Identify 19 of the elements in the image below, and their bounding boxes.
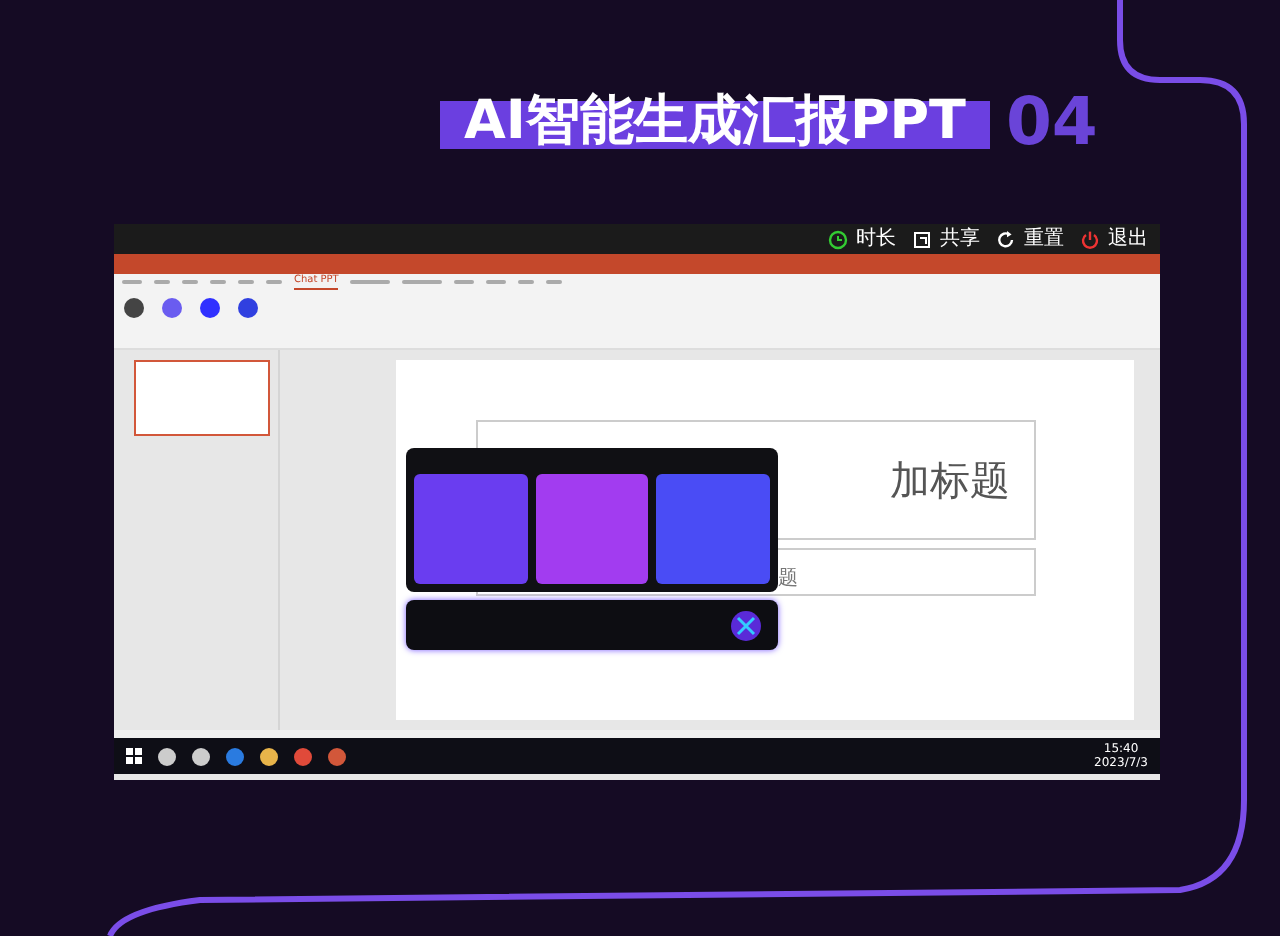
slide-thumbnail[interactable] [134,360,270,436]
share-icon[interactable] [912,229,932,249]
toolbar-label[interactable]: 重置 [1024,227,1064,251]
ribbon-tool-icon[interactable] [198,296,222,320]
ribbon-tool-icon[interactable] [122,296,146,320]
toolbar-label[interactable]: 退出 [1108,227,1148,251]
feature-card[interactable] [535,474,649,584]
toolbar-label[interactable]: 共享 [940,227,980,251]
reset-icon[interactable] [996,229,1016,249]
ribbon-tool-icon[interactable] [236,296,260,320]
assistant-orb-icon[interactable] [730,609,762,641]
ribbon-tool-icon[interactable] [160,296,184,320]
slide-subtitle-text: 题 [778,568,798,590]
start-icon[interactable] [126,748,142,764]
power-icon[interactable] [1080,229,1100,249]
toolbar-label[interactable]: 时长 [856,227,896,251]
section-number: 04 [1005,84,1098,160]
slide-title-text: 加标题 [890,454,1010,508]
clock-icon[interactable] [828,229,848,249]
